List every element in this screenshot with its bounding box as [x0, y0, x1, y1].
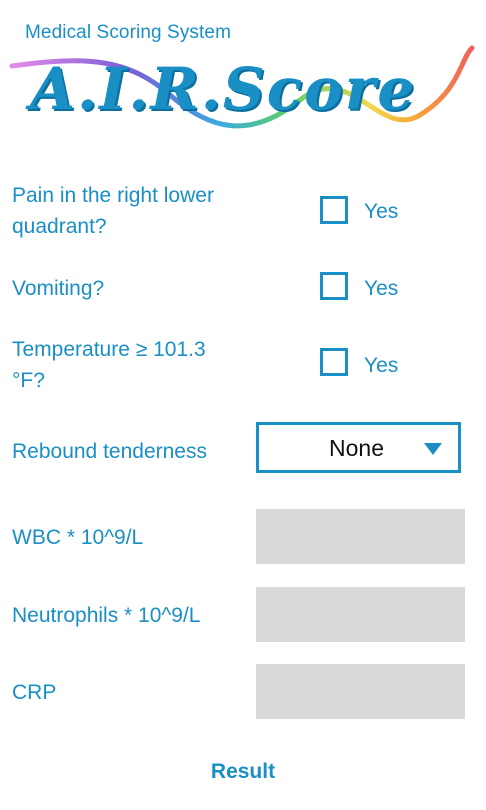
temperature-label: Temperature ≥ 101.3 °F?	[12, 338, 206, 392]
crp-label: CRP	[12, 681, 57, 704]
wbc-label: WBC * 10^9/L	[12, 526, 144, 549]
neutrophils-input[interactable]	[256, 587, 465, 642]
rebound-selected-value: None	[329, 435, 384, 461]
vomiting-label: Vomiting?	[12, 277, 105, 300]
logo: A.I.R.Score	[30, 55, 417, 123]
rebound-label: Rebound tenderness	[12, 440, 207, 463]
neutrophils-label: Neutrophils * 10^9/L	[12, 604, 201, 627]
chevron-down-icon	[424, 443, 442, 455]
pain-label: Pain in the right lower quadrant?	[12, 184, 214, 238]
crp-input[interactable]	[256, 664, 465, 719]
pain-yes-label: Yes	[364, 200, 399, 223]
result-button[interactable]: Result	[0, 760, 486, 784]
vomiting-yes-label: Yes	[364, 277, 399, 300]
rebound-dropdown[interactable]: None	[256, 422, 461, 473]
pain-checkbox[interactable]	[320, 196, 348, 224]
temperature-checkbox[interactable]	[320, 348, 348, 376]
wbc-input[interactable]	[256, 509, 465, 564]
vomiting-checkbox[interactable]	[320, 272, 348, 300]
temperature-yes-label: Yes	[364, 354, 399, 377]
